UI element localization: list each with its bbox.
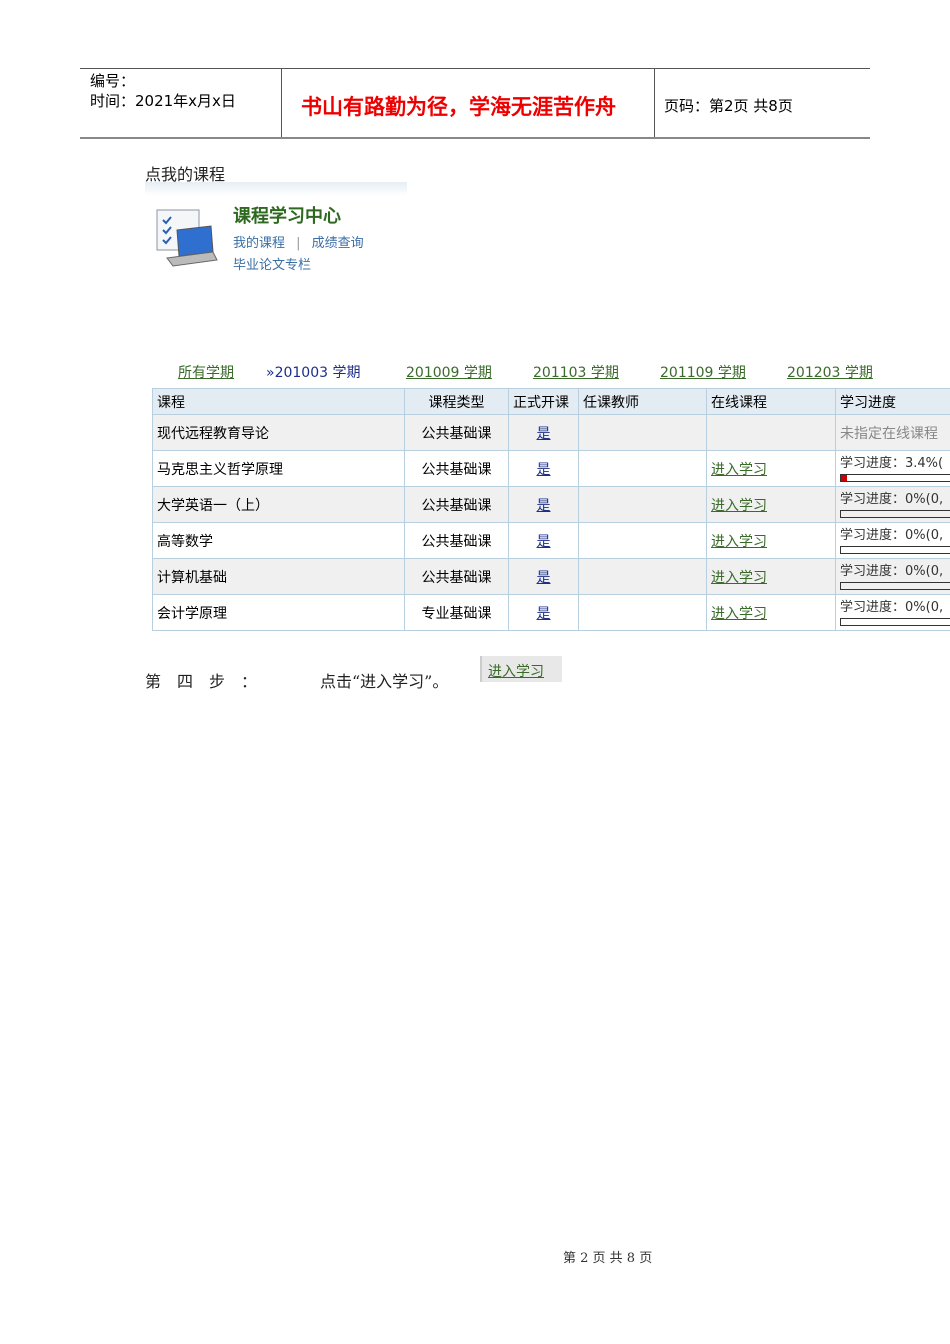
progress-text: 学习进度：0%(0, bbox=[840, 563, 944, 579]
course-type: 公共基础课 bbox=[404, 522, 509, 559]
enter-study-link[interactable]: 进入学习 bbox=[706, 450, 836, 487]
progress-text: 学习进度：0%(0, bbox=[840, 491, 944, 507]
step-label: 第 四 步 ： bbox=[145, 672, 258, 691]
course-name: 现代远程教育导论 bbox=[152, 414, 405, 451]
col-progress: 学习进度 bbox=[835, 388, 950, 415]
official-flag[interactable]: 是 bbox=[508, 594, 579, 631]
enter-study-link[interactable]: 进入学习 bbox=[706, 558, 836, 595]
progress-bar bbox=[840, 581, 950, 590]
my-courses-link[interactable]: 我的课程 bbox=[233, 236, 285, 251]
card-title: 课程学习中心 bbox=[233, 206, 341, 227]
course-name: 马克思主义哲学原理 bbox=[152, 450, 405, 487]
table-row: 马克思主义哲学原理 公共基础课 是 进入学习 学习进度：3.4%( bbox=[152, 450, 950, 487]
document-page: { "header":{"number_label":"编号：","time_l… bbox=[0, 0, 950, 1344]
time-label: 时间：2021年x月x日 bbox=[90, 92, 236, 110]
enter-study-link bbox=[706, 414, 836, 451]
teacher bbox=[578, 450, 707, 487]
progress-bar bbox=[840, 473, 950, 482]
enter-study-button-sample[interactable]: 进入学习 bbox=[480, 656, 562, 682]
enter-study-link[interactable]: 进入学习 bbox=[706, 486, 836, 523]
step-text: 点击“进入学习”。 bbox=[320, 672, 449, 691]
progress-bar bbox=[840, 617, 950, 626]
progress-cell: 学习进度：0%(0, bbox=[835, 558, 950, 595]
official-flag[interactable]: 是 bbox=[508, 414, 579, 451]
term-tab-all[interactable]: 所有学期 bbox=[178, 362, 234, 382]
official-flag[interactable]: 是 bbox=[508, 486, 579, 523]
thesis-link[interactable]: 毕业论文专栏 bbox=[233, 258, 311, 273]
table-row: 会计学原理 专业基础课 是 进入学习 学习进度：0%(0, bbox=[152, 594, 950, 631]
col-type: 课程类型 bbox=[404, 388, 509, 415]
col-teacher: 任课教师 bbox=[578, 388, 707, 415]
divider bbox=[654, 69, 655, 137]
col-official: 正式开课 bbox=[508, 388, 579, 415]
course-center-card: 课程学习中心 我的课程 | 成绩查询 毕业论文专栏 bbox=[145, 182, 407, 274]
course-name: 大学英语一（上） bbox=[152, 486, 405, 523]
course-name: 会计学原理 bbox=[152, 594, 405, 631]
course-name: 高等数学 bbox=[152, 522, 405, 559]
col-online: 在线课程 bbox=[706, 388, 836, 415]
table-row: 高等数学 公共基础课 是 进入学习 学习进度：0%(0, bbox=[152, 522, 950, 559]
teacher bbox=[578, 558, 707, 595]
progress-cell: 学习进度：0%(0, bbox=[835, 594, 950, 631]
progress-fill bbox=[841, 474, 848, 481]
separator: | bbox=[296, 236, 301, 251]
course-name: 计算机基础 bbox=[152, 558, 405, 595]
term-tab-201009[interactable]: 201009 学期 bbox=[406, 362, 492, 382]
official-flag[interactable]: 是 bbox=[508, 558, 579, 595]
laptop-checklist-icon bbox=[156, 209, 218, 267]
course-type: 公共基础课 bbox=[404, 414, 509, 451]
term-tab-201109[interactable]: 201109 学期 bbox=[660, 362, 746, 382]
term-tab-201103[interactable]: 201103 学期 bbox=[533, 362, 619, 382]
progress-text: 学习进度：0%(0, bbox=[840, 527, 944, 543]
progress-cell: 学习进度：3.4%( bbox=[835, 450, 950, 487]
teacher bbox=[578, 414, 707, 451]
progress-cell: 学习进度：0%(0, bbox=[835, 486, 950, 523]
term-tab-201203[interactable]: 201203 学期 bbox=[787, 362, 873, 382]
grades-link[interactable]: 成绩查询 bbox=[312, 236, 364, 251]
term-tab-201003[interactable]: »201003 学期 bbox=[266, 362, 360, 382]
course-table: 课程 课程类型 正式开课 任课教师 在线课程 学习进度 现代远程教育导论 公共基… bbox=[152, 388, 950, 631]
course-type: 公共基础课 bbox=[404, 450, 509, 487]
table-row: 大学英语一（上） 公共基础课 是 进入学习 学习进度：0%(0, bbox=[152, 486, 950, 523]
enter-study-link[interactable]: 进入学习 bbox=[706, 522, 836, 559]
progress-cell: 未指定在线课程 bbox=[835, 414, 950, 451]
official-flag[interactable]: 是 bbox=[508, 450, 579, 487]
page-footer: 第 2 页 共 8 页 bbox=[563, 1251, 653, 1266]
number-label: 编号： bbox=[90, 72, 136, 90]
teacher bbox=[578, 594, 707, 631]
course-type: 公共基础课 bbox=[404, 558, 509, 595]
col-course: 课程 bbox=[152, 388, 405, 415]
motto: 书山有路勤为径，学海无涯苦作舟 bbox=[301, 95, 616, 119]
progress-bar bbox=[840, 545, 950, 554]
page-label: 页码：第2页 共8页 bbox=[664, 97, 793, 115]
enter-study-link[interactable]: 进入学习 bbox=[706, 594, 836, 631]
course-type: 专业基础课 bbox=[404, 594, 509, 631]
course-type: 公共基础课 bbox=[404, 486, 509, 523]
progress-text: 学习进度：0%(0, bbox=[840, 599, 944, 615]
table-row: 计算机基础 公共基础课 是 进入学习 学习进度：0%(0, bbox=[152, 558, 950, 595]
page-header: 编号： 时间：2021年x月x日 书山有路勤为径，学海无涯苦作舟 页码：第2页 共… bbox=[80, 68, 870, 139]
teacher bbox=[578, 522, 707, 559]
progress-bar bbox=[840, 509, 950, 518]
table-row: 现代远程教育导论 公共基础课 是 未指定在线课程 bbox=[152, 414, 950, 451]
teacher bbox=[578, 486, 707, 523]
progress-cell: 学习进度：0%(0, bbox=[835, 522, 950, 559]
official-flag[interactable]: 是 bbox=[508, 522, 579, 559]
button-label: 进入学习 bbox=[488, 664, 544, 680]
progress-text: 学习进度：3.4%( bbox=[840, 455, 944, 471]
divider bbox=[281, 69, 282, 137]
